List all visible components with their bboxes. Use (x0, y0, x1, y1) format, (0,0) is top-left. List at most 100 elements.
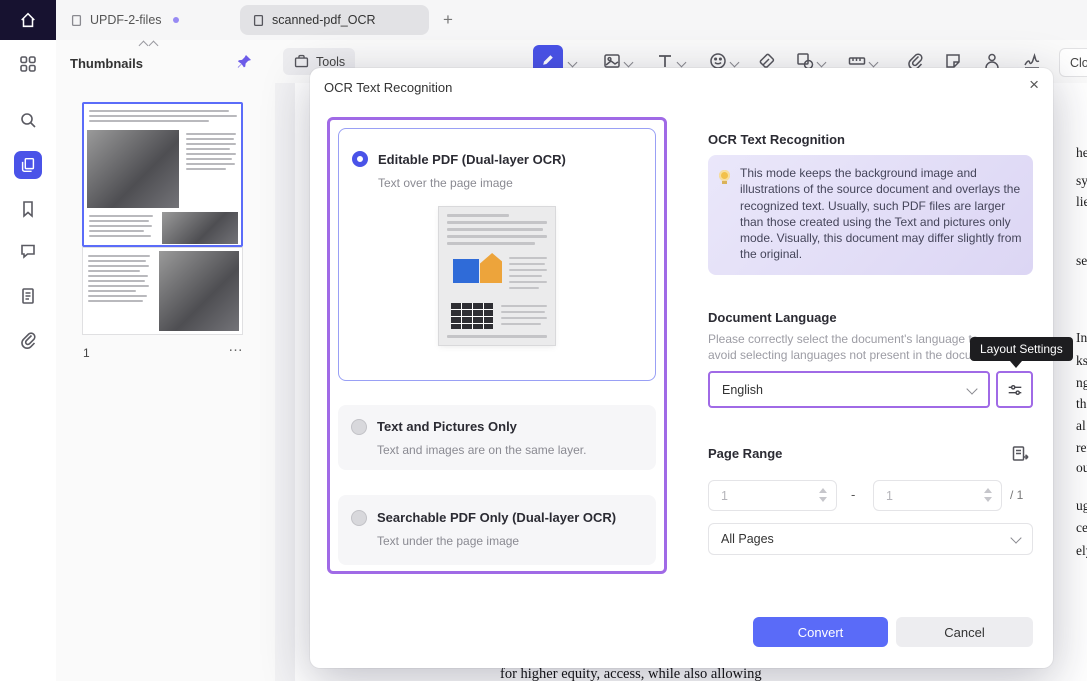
page-total-label: / 1 (1010, 488, 1024, 502)
language-hint-line1: Please correctly select the document's l… (708, 332, 979, 346)
language-hint-line2: avoid selecting languages not present in… (708, 348, 1002, 362)
thumbnails-panel-button[interactable] (14, 151, 42, 179)
chevron-down-icon (1010, 532, 1022, 544)
pages-icon (19, 156, 37, 174)
option-description: Text and images are on the same layer. (377, 443, 587, 457)
bookmark-icon (18, 199, 38, 219)
tools-label: Tools (316, 54, 346, 69)
language-select-value: English (722, 382, 763, 397)
comment-tool-chevron-icon[interactable] (729, 57, 740, 68)
page-range-to-input[interactable] (874, 481, 976, 510)
ocr-illustration (439, 207, 555, 345)
page-range-from-field[interactable] (708, 480, 837, 511)
doc-text-fragment: al (1076, 418, 1086, 433)
page-range-to-field[interactable] (873, 480, 1002, 511)
page-thumbnail-2[interactable] (82, 247, 243, 335)
cancel-button[interactable]: Cancel (896, 617, 1033, 647)
dialog-title: OCR Text Recognition (324, 80, 453, 95)
comments-button[interactable] (18, 241, 38, 261)
panel-collapse-handle[interactable] (138, 40, 159, 51)
doc-text-fragment: ugges (1076, 498, 1087, 513)
doc-text-fragment: th (1076, 396, 1087, 411)
doc-text-fragment: renti (1076, 440, 1087, 455)
new-tab-button[interactable]: + (436, 8, 460, 32)
radio-unselected[interactable] (351, 419, 367, 435)
option-label: Searchable PDF Only (Dual-layer OCR) (377, 510, 617, 525)
apps-grid-icon (18, 54, 38, 74)
stepper-icons[interactable] (984, 488, 992, 502)
language-select[interactable]: English (708, 371, 990, 408)
layout-settings-tooltip: Layout Settings (970, 337, 1073, 361)
option-text-and-pictures[interactable]: Text and Pictures Only Text and images a… (338, 405, 656, 470)
edit-tool-chevron-icon[interactable] (567, 57, 578, 68)
text-tool-chevron-icon[interactable] (676, 57, 687, 68)
ocr-mode-options-highlight: Editable PDF (Dual-layer OCR) Text over … (327, 117, 667, 574)
page-tools-button[interactable] (18, 286, 38, 306)
doc-text-fragment: ks a (1076, 353, 1087, 368)
thumbnails-panel: Thumbnails 1 … (56, 40, 276, 681)
tooltip-arrow (1010, 361, 1022, 368)
convert-button[interactable]: Convert (753, 617, 888, 647)
page-range-settings-icon[interactable] (1010, 444, 1030, 464)
pin-icon[interactable] (235, 53, 253, 71)
doc-text-fragment: sed (1076, 253, 1087, 268)
updf-window: UPDF-2-files scanned-pdf_OCR + Thumbnail… (0, 0, 1087, 681)
tab-scanned-pdf-ocr[interactable]: scanned-pdf_OCR (240, 5, 429, 35)
doc-text-fragment: ely u (1076, 543, 1087, 558)
ocr-dialog: OCR Text Recognition × Editable PDF (Dua… (310, 68, 1073, 668)
document-language-label: Document Language (708, 310, 837, 325)
tab-label: UPDF-2-files (90, 13, 162, 27)
page-scope-select[interactable]: All Pages (708, 523, 1033, 555)
apps-button[interactable] (18, 54, 38, 74)
sliders-icon (1006, 381, 1024, 399)
document-tab-icon (252, 14, 265, 27)
option-label: Text and Pictures Only (377, 419, 517, 434)
chevron-down-icon (966, 382, 978, 395)
tab-label: scanned-pdf_OCR (272, 13, 376, 27)
tab-updf-2-files[interactable]: UPDF-2-files (58, 0, 242, 40)
layout-settings-button[interactable] (996, 371, 1033, 408)
page-range-from-input[interactable] (709, 481, 811, 510)
bookmarks-button[interactable] (18, 199, 38, 219)
thumbnail-more-button[interactable]: … (228, 338, 244, 355)
close-document-label: Clos (1070, 55, 1087, 70)
option-description: Text under the page image (377, 534, 520, 548)
close-icon[interactable]: × (1029, 76, 1039, 93)
shape-tool-chevron-icon[interactable] (816, 57, 827, 68)
doc-text-fragment: ou (1076, 460, 1087, 475)
page-range-label: Page Range (708, 446, 783, 461)
radio-unselected[interactable] (351, 510, 367, 526)
attachments-button[interactable] (18, 330, 38, 350)
search-button[interactable] (18, 110, 38, 130)
home-icon (19, 11, 37, 29)
page-thumbnail-1[interactable] (82, 102, 243, 247)
comment-bubble-icon (18, 241, 38, 261)
range-separator: - (851, 487, 856, 502)
search-icon (18, 110, 38, 130)
doc-text-fragment: sy us (1076, 173, 1087, 188)
option-label: Editable PDF (Dual-layer OCR) (378, 152, 566, 167)
tools-icon (293, 53, 310, 70)
image-tool-chevron-icon[interactable] (623, 57, 634, 68)
doc-text-fragment: lies. T (1076, 194, 1087, 209)
thumbnails-panel-title: Thumbnails (70, 56, 143, 71)
file-icon (18, 286, 38, 306)
left-icon-rail (0, 40, 57, 681)
mode-heading: OCR Text Recognition (708, 132, 845, 147)
stepper-icons[interactable] (819, 488, 827, 502)
doc-text-fragment: he as (1076, 145, 1087, 160)
modified-dot (172, 17, 179, 23)
paperclip-icon (18, 330, 38, 350)
radio-selected[interactable] (352, 151, 368, 167)
home-button[interactable] (0, 0, 56, 40)
measure-tool-chevron-icon[interactable] (868, 57, 879, 68)
mode-info-box: This mode keeps the background image and… (708, 155, 1033, 275)
edit-pen-icon (540, 52, 556, 68)
doc-bottom-text-fragment: for higher equity, access, while also al… (500, 666, 762, 681)
mode-info-text: This mode keeps the background image and… (740, 166, 1022, 262)
close-document-button[interactable]: Clos (1059, 48, 1087, 77)
doc-text-fragment: ng (1076, 375, 1087, 390)
option-searchable-pdf[interactable]: Searchable PDF Only (Dual-layer OCR) Tex… (338, 495, 656, 565)
doc-text-fragment: In A (1076, 330, 1087, 345)
option-editable-pdf[interactable]: Editable PDF (Dual-layer OCR) Text over … (338, 128, 656, 381)
